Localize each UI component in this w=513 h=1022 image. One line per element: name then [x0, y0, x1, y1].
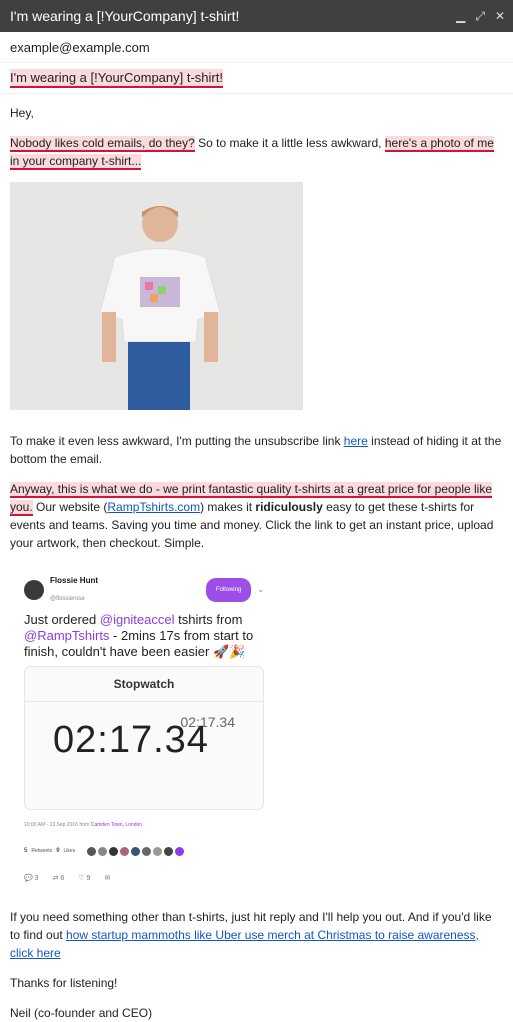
envelope-icon: ✉ [104, 875, 111, 882]
uber-article-link[interactable]: how startup mammoths like Uber use merch… [10, 928, 479, 960]
reply-action[interactable]: 💬 3 [24, 870, 39, 888]
retweet-count: 5 [24, 848, 28, 854]
window-controls: ▁ ⤢ ✕ [456, 9, 505, 24]
mention-igniteaccel[interactable]: @igniteaccel [100, 612, 175, 627]
reply-icon: 💬 [24, 875, 33, 882]
avatar [153, 846, 163, 856]
person-image [10, 182, 303, 410]
pitch-text-b: ) makes it [200, 500, 256, 514]
avatar [87, 846, 97, 856]
avatar [109, 846, 119, 856]
email-body[interactable]: Hey, Nobody likes cold emails, do they? … [0, 94, 513, 1022]
paragraph-closing: If you need something other than t-shirt… [10, 908, 503, 962]
like-count: 9 [56, 848, 60, 854]
subject-value[interactable]: I'm wearing a [!YourCompany] t-shirt! [10, 68, 223, 88]
embedded-tweet[interactable]: Flossie Hunt @flossierose Following ⌄ Ju… [24, 572, 264, 888]
avatar [164, 846, 174, 856]
paragraph-intro: Nobody likes cold emails, do they? So to… [10, 134, 503, 170]
pitch-text-a: Our website ( [32, 500, 108, 514]
greeting: Hey, [10, 106, 34, 120]
stopwatch-title: Stopwatch [25, 667, 263, 702]
like-action[interactable]: ♡ 9 [78, 870, 90, 888]
dm-action[interactable]: ✉ [104, 870, 110, 888]
avatar [131, 846, 141, 856]
retweet-icon: ⇄ [52, 875, 59, 882]
tshirt-photo [10, 182, 303, 410]
reply-count: 3 [34, 875, 39, 882]
window-title: I'm wearing a [!YourCompany] t-shirt! [10, 8, 240, 24]
following-button[interactable]: Following [205, 578, 252, 602]
unsub-text-a: To make it even less awkward, I'm puttin… [10, 434, 344, 448]
avatar [142, 846, 152, 856]
paragraph-pitch: Anyway, this is what we do - we print fa… [10, 480, 503, 552]
stopwatch-time: 02:17.34 [53, 719, 209, 761]
like-action-count: 9 [86, 875, 91, 882]
signature: Neil (co-founder and CEO) [10, 1006, 153, 1020]
to-value[interactable]: example@example.com [10, 40, 150, 55]
intro-mid: So to make it a little less awkward, [194, 136, 385, 150]
liker-avatars [87, 846, 185, 856]
unsubscribe-link[interactable]: here [344, 434, 368, 448]
minimize-icon[interactable]: ▁ [456, 9, 465, 23]
retweets-label: Retweets [31, 848, 53, 854]
mention-ramptshirts[interactable]: @RampTshirts [24, 628, 109, 643]
tweet-meta: 10:00 AM - 13 Sep 2016 from Camden Town,… [24, 816, 264, 834]
close-icon[interactable]: ✕ [495, 9, 505, 23]
to-field[interactable]: example@example.com [0, 32, 513, 63]
website-link[interactable]: RampTshirts.com [107, 500, 200, 514]
compose-titlebar: I'm wearing a [!YourCompany] t-shirt! ▁ … [0, 0, 513, 32]
subject-field[interactable]: I'm wearing a [!YourCompany] t-shirt! [0, 63, 513, 94]
bold-ridiculously: ridiculously [255, 500, 323, 514]
avatar [98, 846, 108, 856]
location-link[interactable]: Camden Town, London [91, 822, 142, 828]
tweet-text: Just ordered @igniteaccel tshirts from @… [24, 612, 264, 660]
tweet-handle: @flossierose [50, 596, 85, 602]
likes-label: Likes [63, 848, 76, 854]
paragraph-unsubscribe: To make it even less awkward, I'm puttin… [10, 432, 503, 468]
tweet-text-1: Just ordered [24, 612, 100, 627]
tweet-date: 10:00 AM - 13 Sep 2016 from [24, 822, 91, 828]
highlight-1: Nobody likes cold emails, do they? [10, 136, 195, 152]
tweet-text-2: tshirts from [174, 612, 243, 627]
avatar [120, 846, 130, 856]
heart-icon: ♡ [78, 875, 85, 882]
avatar [24, 580, 44, 600]
retweet-action-count: 6 [60, 875, 65, 882]
thanks: Thanks for listening! [10, 976, 118, 990]
retweet-action[interactable]: ⇄ 6 [53, 870, 65, 888]
avatar [175, 846, 185, 856]
stopwatch-image: Stopwatch 02:17.34 02:17.34 [24, 666, 264, 810]
expand-icon[interactable]: ⤢ [475, 9, 485, 24]
tweet-author: Flossie Hunt [50, 576, 99, 585]
tweet-stats: 5 Retweets 9 Likes [24, 842, 264, 860]
tweet-actions: 💬 3 ⇄ 6 ♡ 9 ✉ [24, 870, 264, 888]
tweet-header: Flossie Hunt @flossierose Following ⌄ [24, 572, 264, 608]
chevron-down-icon[interactable]: ⌄ [257, 581, 264, 599]
